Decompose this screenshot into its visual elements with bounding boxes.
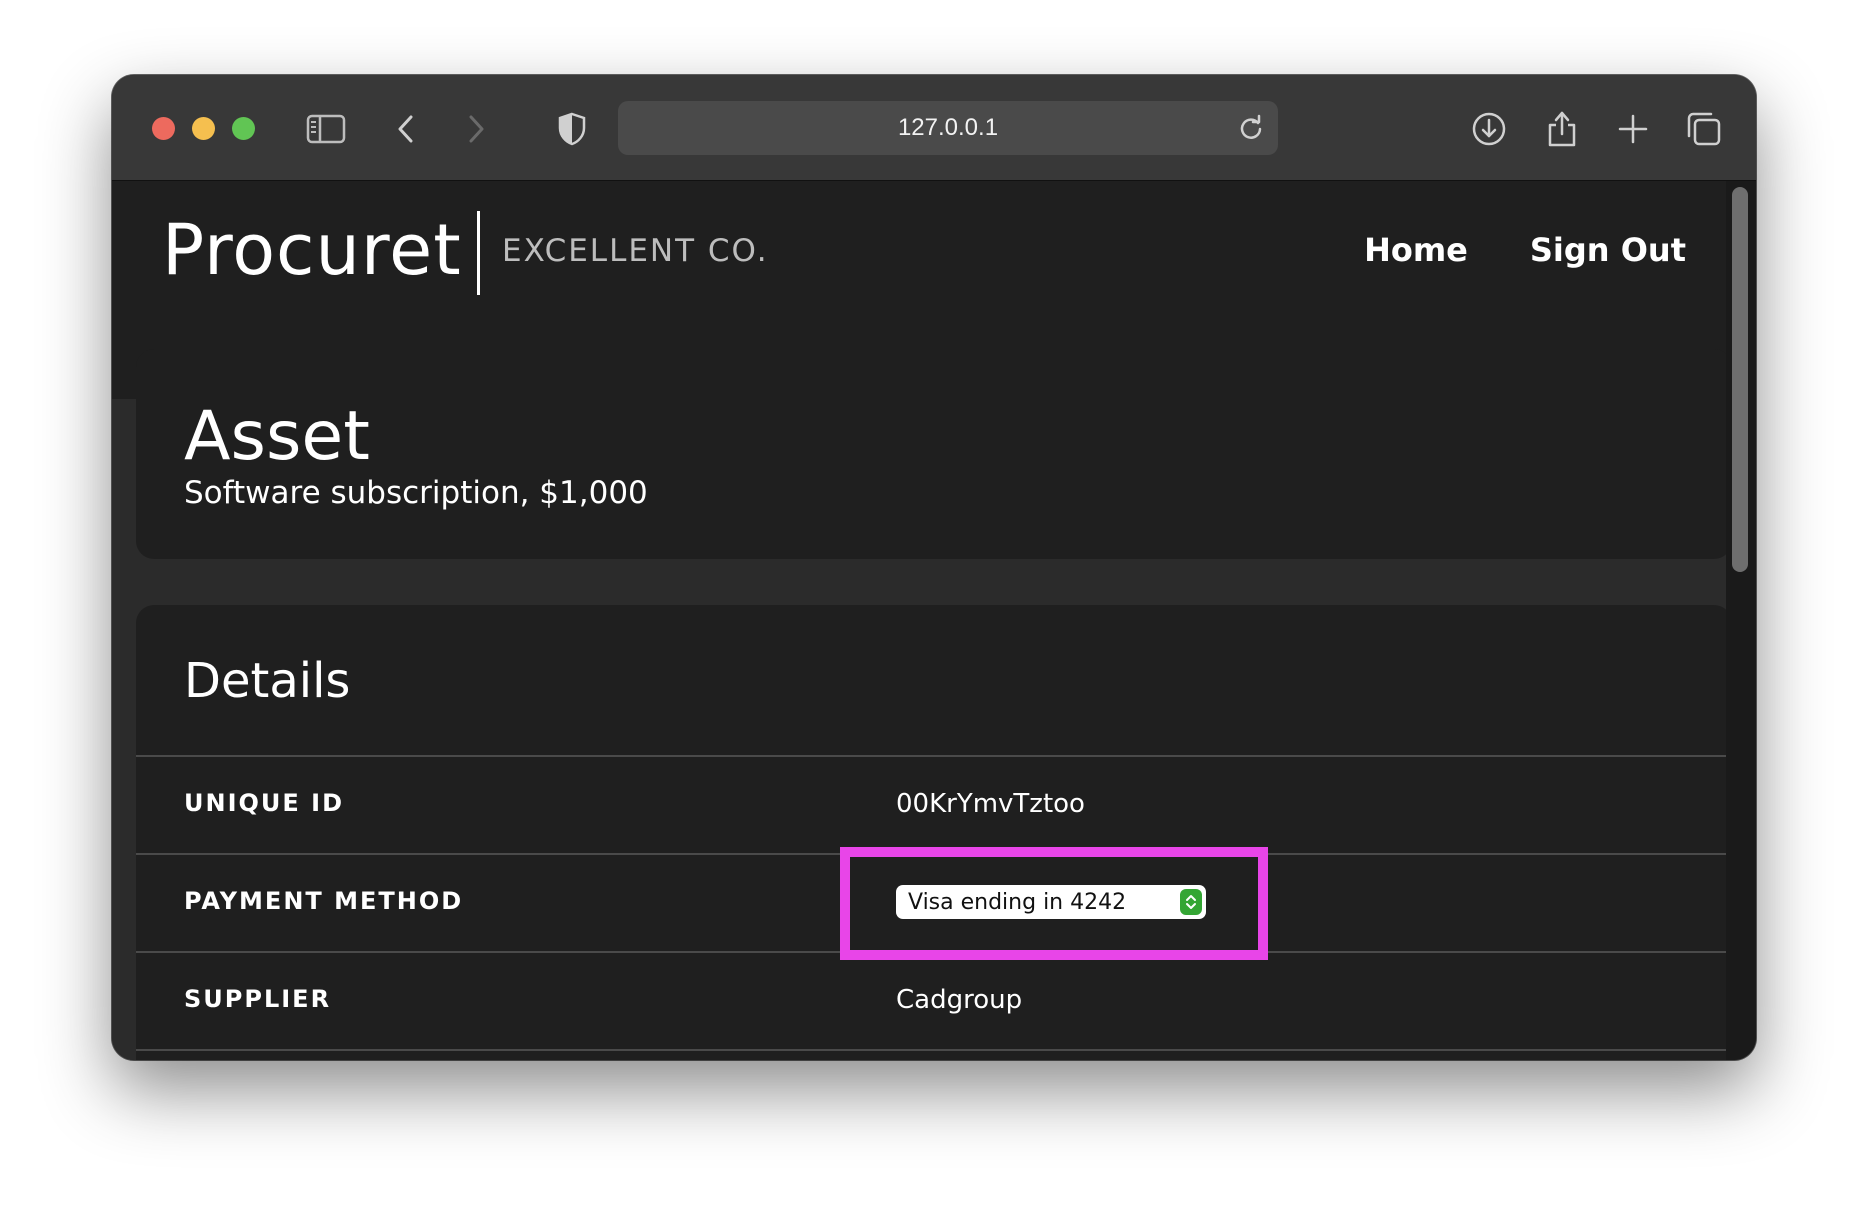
download-icon[interactable] <box>1465 105 1513 153</box>
privacy-shield-icon[interactable] <box>548 105 596 153</box>
asset-title: Asset <box>184 397 370 476</box>
scrollbar-thumb[interactable] <box>1732 187 1748 572</box>
zoom-window-button[interactable] <box>232 117 255 140</box>
browser-titlebar: 127.0.0.1 <box>112 75 1756 181</box>
address-bar[interactable]: 127.0.0.1 <box>618 101 1278 155</box>
details-title: Details <box>184 653 351 709</box>
asset-subtitle: Software subscription, $1,000 <box>184 475 648 511</box>
page-content: Procuret EXCELLENT CO. Home Sign Out Ass… <box>112 181 1756 1060</box>
row-label: PAYMENT METHOD <box>184 887 464 915</box>
detail-row-supplier: SUPPLIER Cadgroup <box>136 951 1732 1051</box>
minimize-window-button[interactable] <box>192 117 215 140</box>
nav-links: Home Sign Out <box>1364 231 1686 269</box>
back-icon[interactable] <box>382 105 430 153</box>
brand-logo[interactable]: Procuret <box>162 209 462 291</box>
brand-divider <box>477 211 480 295</box>
page-scrollbar[interactable] <box>1726 181 1756 1060</box>
asset-card: Asset Software subscription, $1,000 <box>136 349 1732 559</box>
nav-sign-out-link[interactable]: Sign Out <box>1530 231 1686 269</box>
row-label: UNIQUE ID <box>184 789 344 817</box>
payment-method-selected: Visa ending in 4242 <box>908 889 1127 915</box>
details-table: UNIQUE ID 00KrYmvTztoo PAYMENT METHOD Vi… <box>136 755 1732 1051</box>
browser-window: 127.0.0.1 Procuret EXCELLENT CO. Home Si… <box>112 75 1756 1060</box>
detail-row-unique-id: UNIQUE ID 00KrYmvTztoo <box>136 755 1732 853</box>
supplier-value: Cadgroup <box>896 985 1023 1015</box>
details-card: Details UNIQUE ID 00KrYmvTztoo PAYMENT M… <box>136 605 1732 1060</box>
tab-overview-icon[interactable] <box>1680 105 1728 153</box>
url-text: 127.0.0.1 <box>897 114 999 141</box>
sidebar-toggle-icon[interactable] <box>302 105 350 153</box>
new-tab-icon[interactable] <box>1609 105 1657 153</box>
close-window-button[interactable] <box>152 117 175 140</box>
share-icon[interactable] <box>1538 105 1586 153</box>
detail-row-payment-method: PAYMENT METHOD Visa ending in 4242 <box>136 853 1732 951</box>
company-name: EXCELLENT CO. <box>502 233 769 269</box>
reload-icon[interactable] <box>1236 113 1266 143</box>
select-chevron-icon <box>1180 889 1202 915</box>
unique-id-value: 00KrYmvTztoo <box>896 789 1085 819</box>
nav-home-link[interactable]: Home <box>1364 231 1468 269</box>
forward-icon[interactable] <box>452 105 500 153</box>
payment-method-select[interactable]: Visa ending in 4242 <box>896 885 1206 919</box>
row-label: SUPPLIER <box>184 985 332 1013</box>
